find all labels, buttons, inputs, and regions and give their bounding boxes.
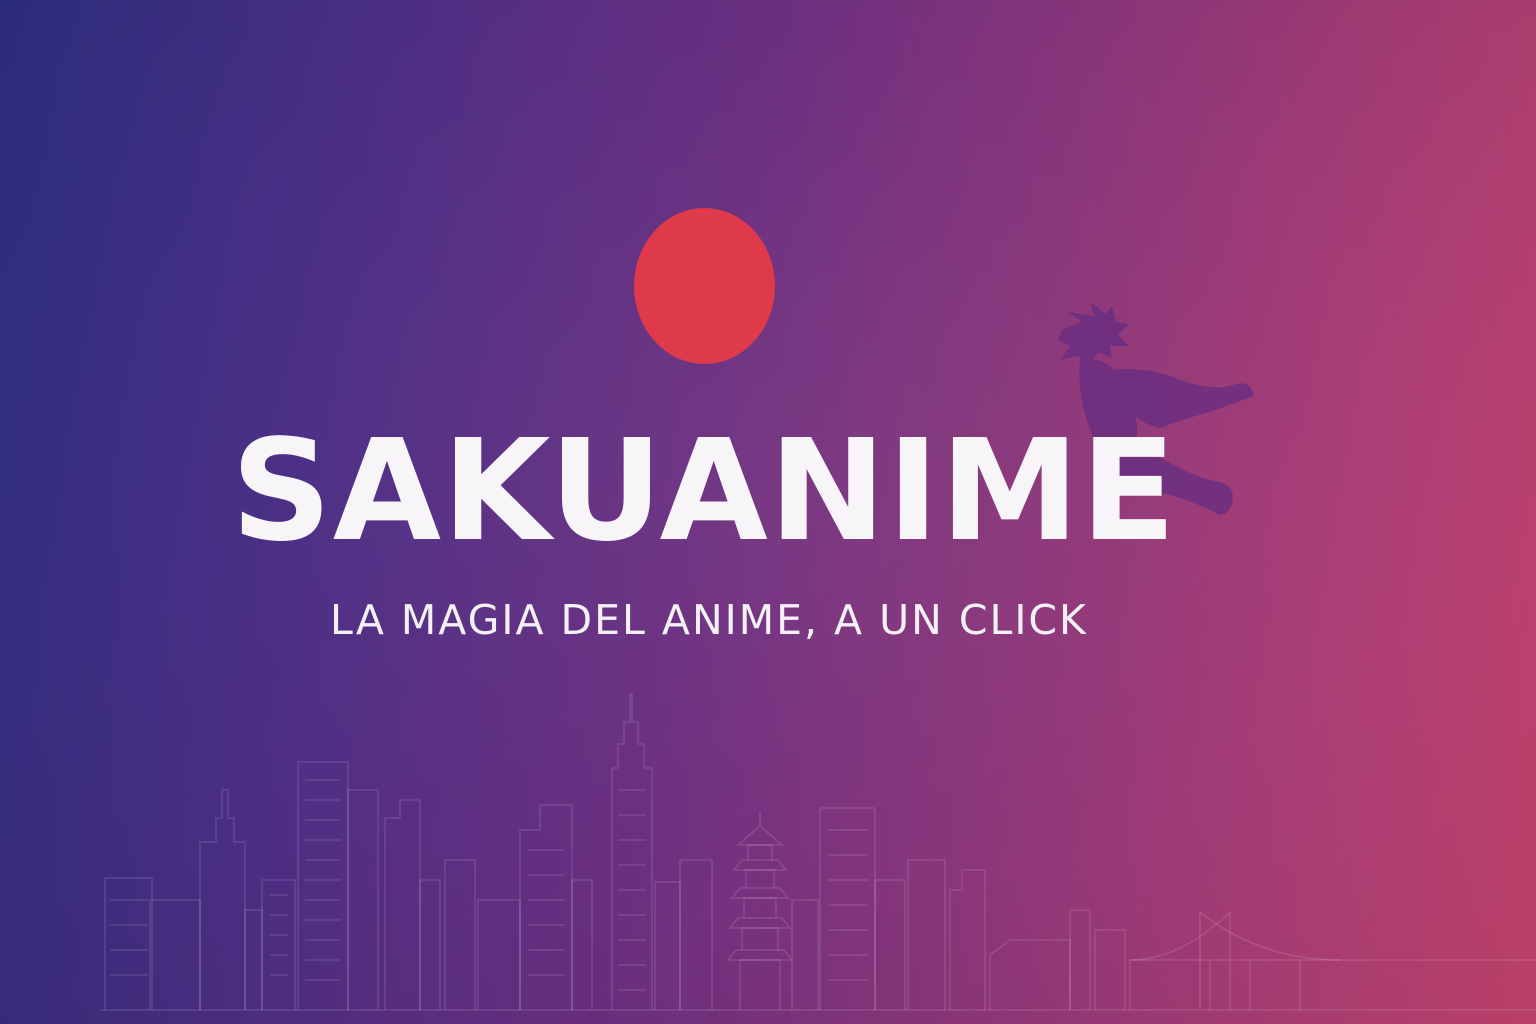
brand-title: SAKUANIME	[230, 410, 1178, 573]
hero-banner: SAKUANIME LA MAGIA DEL ANIME, A UN CLICK	[0, 0, 1536, 1024]
brand-tagline: LA MAGIA DEL ANIME, A UN CLICK	[330, 596, 1088, 644]
